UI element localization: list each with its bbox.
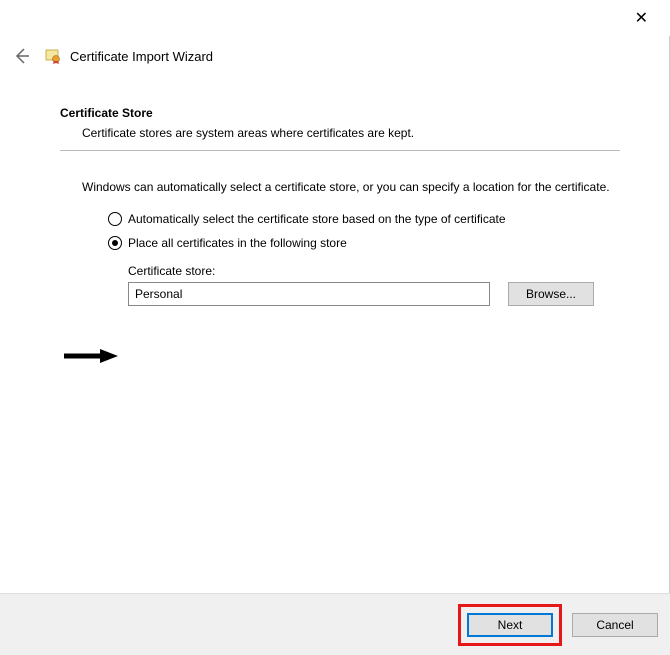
- certificate-store-label: Certificate store:: [128, 264, 620, 278]
- next-button[interactable]: Next: [467, 613, 553, 637]
- radio-icon: [108, 212, 122, 226]
- footer: Next Cancel: [0, 593, 670, 655]
- certificate-store-input[interactable]: [128, 282, 490, 306]
- radio-manual-label: Place all certificates in the following …: [128, 236, 347, 250]
- browse-button[interactable]: Browse...: [508, 282, 594, 306]
- radio-auto-select[interactable]: Automatically select the certificate sto…: [108, 212, 620, 226]
- radio-icon-selected: [108, 236, 122, 250]
- section-description: Certificate stores are system areas wher…: [82, 126, 620, 140]
- divider: [60, 150, 620, 151]
- close-icon[interactable]: ✕: [627, 6, 656, 30]
- section-heading: Certificate Store: [60, 106, 620, 120]
- annotation-highlight: Next: [458, 604, 562, 646]
- wizard-title: Certificate Import Wizard: [70, 49, 213, 64]
- certificate-icon: [44, 47, 62, 65]
- cancel-button[interactable]: Cancel: [572, 613, 658, 637]
- back-arrow-icon[interactable]: [12, 46, 32, 66]
- annotation-arrow-icon: [62, 347, 118, 365]
- body-text: Windows can automatically select a certi…: [82, 179, 620, 196]
- radio-manual-store[interactable]: Place all certificates in the following …: [108, 236, 620, 250]
- radio-auto-label: Automatically select the certificate sto…: [128, 212, 506, 226]
